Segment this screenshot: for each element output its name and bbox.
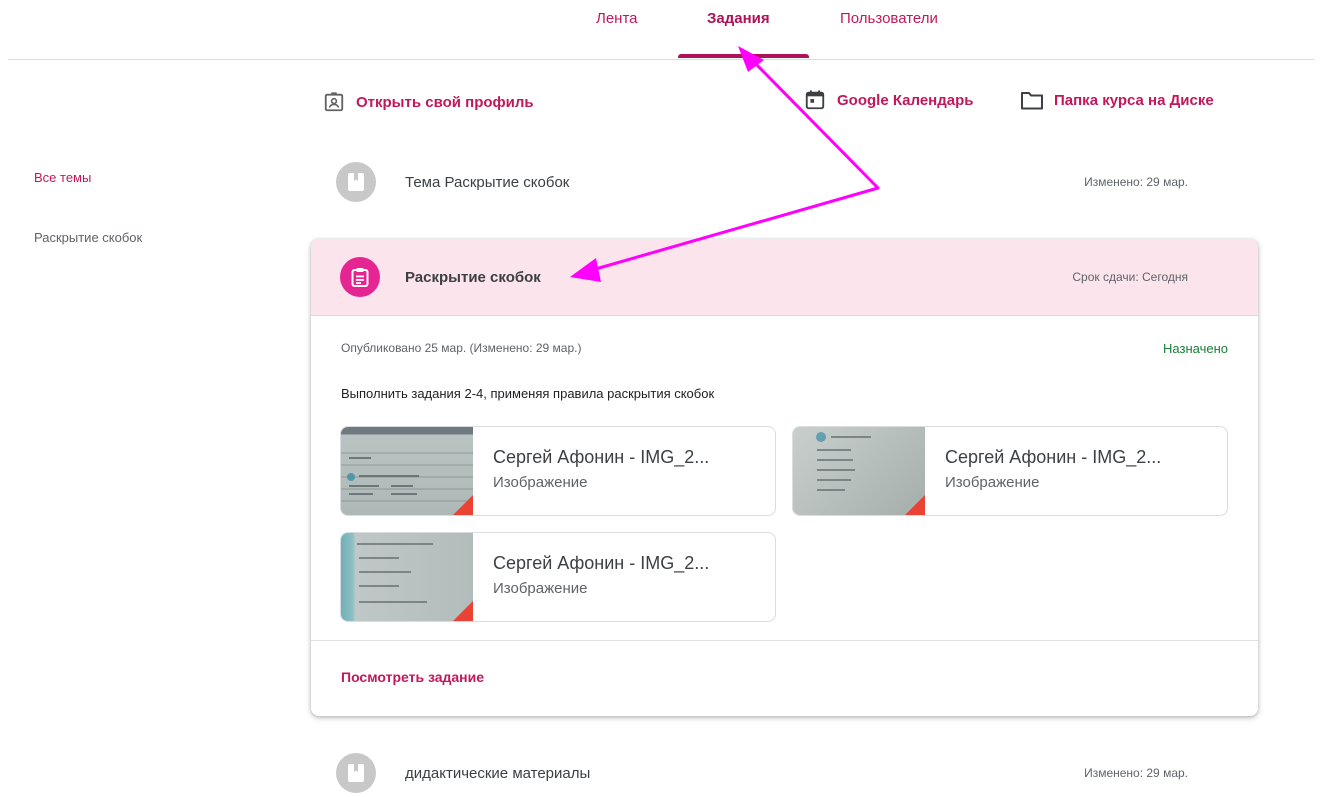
view-assignment-link[interactable]: Посмотреть задание xyxy=(341,669,484,685)
attachment-type: Изображение xyxy=(493,580,588,597)
course-drive-folder-label: Папка курса на Диске xyxy=(1054,91,1214,109)
material-icon xyxy=(336,162,376,202)
image-file-corner xyxy=(453,601,473,621)
topic-title: дидактические материалы xyxy=(405,764,591,782)
open-profile-label: Открыть свой профиль xyxy=(356,93,534,111)
open-profile-link[interactable]: Открыть свой профиль xyxy=(322,90,534,114)
profile-badge-icon xyxy=(322,90,346,114)
material-icon xyxy=(336,753,376,793)
image-thumbnail xyxy=(341,427,473,515)
assignment-description: Выполнить задания 2-4, применяя правила … xyxy=(341,386,715,401)
image-file-corner xyxy=(905,495,925,515)
google-calendar-link[interactable]: Google Календарь xyxy=(803,88,974,112)
assignment-status: Назначено xyxy=(1163,341,1228,356)
nav-divider xyxy=(8,59,1314,60)
assignment-title: Раскрытие скобок xyxy=(405,268,541,286)
tab-people[interactable]: Пользователи xyxy=(840,10,938,60)
attachment-type: Изображение xyxy=(493,474,588,491)
sidebar-item-brackets[interactable]: Раскрытие скобок xyxy=(34,230,142,245)
image-thumbnail xyxy=(793,427,925,515)
active-tab-indicator xyxy=(678,54,809,58)
attachment-type: Изображение xyxy=(945,474,1040,491)
attachment-title: Сергей Афонин - IMG_2... xyxy=(493,553,710,573)
image-file-corner xyxy=(453,495,473,515)
published-date: Опубликовано 25 мар. (Изменено: 29 мар.) xyxy=(341,341,582,355)
assignment-due-date: Срок сдачи: Сегодня xyxy=(1072,270,1188,284)
attachment-title: Сергей Афонин - IMG_2... xyxy=(493,447,710,467)
topic-modified: Изменено: 29 мар. xyxy=(1084,175,1188,189)
attachment-card[interactable]: Сергей Афонин - IMG_2... Изображение xyxy=(340,426,776,516)
attachment-card[interactable]: Сергей Афонин - IMG_2... Изображение xyxy=(792,426,1228,516)
image-thumbnail xyxy=(341,533,473,621)
assignment-card: Раскрытие скобок Срок сдачи: Сегодня Опу… xyxy=(311,239,1258,716)
tab-stream[interactable]: Лента xyxy=(596,10,638,60)
folder-icon xyxy=(1020,88,1044,112)
assignment-icon xyxy=(340,257,380,297)
google-calendar-label: Google Календарь xyxy=(837,91,974,109)
course-drive-folder-link[interactable]: Папка курса на Диске xyxy=(1020,88,1214,112)
card-divider xyxy=(311,640,1258,641)
attachment-title: Сергей Афонин - IMG_2... xyxy=(945,447,1162,467)
sidebar-item-all-topics[interactable]: Все темы xyxy=(34,170,91,185)
topic-title: Тема Раскрытие скобок xyxy=(405,173,570,191)
topic-row[interactable]: Тема Раскрытие скобок Изменено: 29 мар. xyxy=(336,157,1216,207)
topic-row[interactable]: дидактические материалы Изменено: 29 мар… xyxy=(336,748,1216,797)
tab-classwork[interactable]: Задания xyxy=(707,10,770,60)
calendar-icon xyxy=(803,88,827,112)
attachment-card[interactable]: Сергей Афонин - IMG_2... Изображение xyxy=(340,532,776,622)
topic-modified: Изменено: 29 мар. xyxy=(1084,766,1188,780)
top-navigation: Лента Задания Пользователи xyxy=(0,0,1320,60)
assignment-header[interactable]: Раскрытие скобок Срок сдачи: Сегодня xyxy=(311,239,1258,316)
